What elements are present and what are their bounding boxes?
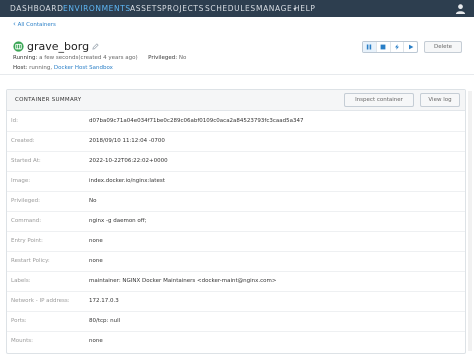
restart-icon <box>394 44 399 50</box>
page-scrollbar[interactable] <box>468 91 472 351</box>
summary-row-mounts: Mounts: none <box>7 332 465 352</box>
play-button[interactable] <box>404 42 417 52</box>
row-key: Id: <box>11 118 18 124</box>
container-icon <box>13 40 24 52</box>
stop-button[interactable] <box>377 42 391 52</box>
row-key: Mounts: <box>11 338 33 344</box>
row-key: Network - IP address: <box>11 298 70 304</box>
host-link[interactable]: Docker Host Sandbox <box>54 65 113 71</box>
host-label: Host: <box>13 65 28 71</box>
delete-button[interactable]: Delete <box>424 41 462 53</box>
breadcrumb-all-containers[interactable]: All Containers <box>18 22 56 28</box>
row-value: index.docker.io/nginx:latest <box>89 178 165 184</box>
row-value: 2022-10-22T06:22:02+0000 <box>89 158 168 164</box>
privileged-value: No <box>178 55 187 61</box>
header-divider <box>0 74 474 75</box>
nav-help[interactable]: HELP <box>294 4 315 13</box>
summary-row-privileged: Privileged: No <box>7 192 465 212</box>
container-title-row: grave_borg <box>13 39 99 53</box>
nav-environments[interactable]: ENVIRONMENTS <box>63 4 131 13</box>
summary-row-image: Image: index.docker.io/nginx:latest <box>7 172 465 192</box>
container-status-line: Running: a few seconds(created 4 years a… <box>13 55 186 61</box>
row-value: none <box>89 258 103 264</box>
nav-schedules[interactable]: SCHEDULES <box>205 4 256 13</box>
row-value: 172.17.0.3 <box>89 298 119 304</box>
row-value: No <box>89 198 97 204</box>
row-key: Labels: <box>11 278 31 284</box>
row-value: nginx -g daemon off; <box>89 218 147 224</box>
row-key: Command: <box>11 218 42 224</box>
privileged-label: Privileged: <box>148 55 178 61</box>
summary-row-entry-point: Entry Point: none <box>7 232 465 252</box>
summary-row-started-at: Started At: 2022-10-22T06:22:02+0000 <box>7 152 465 172</box>
nav-assets[interactable]: ASSETS <box>130 4 162 13</box>
running-label: Running: <box>13 55 38 61</box>
row-key: Restart Policy: <box>11 258 50 264</box>
row-value: none <box>89 338 103 344</box>
restart-button[interactable] <box>391 42 405 52</box>
nav-projects[interactable]: PROJECTS <box>162 4 204 13</box>
nav-manage[interactable]: MANAGE▾ <box>256 4 297 13</box>
summary-row-command: Command: nginx -g daemon off; <box>7 212 465 232</box>
row-value: none <box>89 238 103 244</box>
summary-row-created: Created: 2018/09/10 11:12:04 -0700 <box>7 132 465 152</box>
row-value: 80/tcp: null <box>89 318 121 324</box>
page-title: grave_borg <box>27 39 90 53</box>
row-key: Entry Point: <box>11 238 43 244</box>
row-key: Image: <box>11 178 31 184</box>
row-key: Ports: <box>11 318 27 324</box>
breadcrumb[interactable]: ‹ All Containers <box>13 20 56 28</box>
row-value: 2018/09/10 11:12:04 -0700 <box>89 138 165 144</box>
summary-row-restart-policy: Restart Policy: none <box>7 252 465 272</box>
pause-button[interactable] <box>363 42 377 52</box>
summary-row-labels: Labels: maintainer: NGINX Docker Maintai… <box>7 272 465 292</box>
running-value: a few seconds <box>39 55 79 61</box>
view-log-button[interactable]: View log <box>420 93 460 107</box>
pause-icon <box>367 44 372 50</box>
host-status: running, <box>29 65 53 71</box>
top-nav: DASHBOARD ENVIRONMENTS ASSETS PROJECTS S… <box>0 0 474 17</box>
row-value: maintainer: NGINX Docker Maintainers <do… <box>89 278 277 284</box>
container-summary-panel: CONTAINER SUMMARY Inspect container View… <box>6 89 466 354</box>
play-icon <box>408 44 414 50</box>
panel-title: CONTAINER SUMMARY <box>15 97 82 103</box>
stop-icon <box>380 44 386 50</box>
pencil-icon[interactable] <box>92 42 99 50</box>
summary-row-id: Id: d07ba09c71a04e034f71be0c289c06abf010… <box>7 112 465 132</box>
user-icon[interactable] <box>455 3 466 14</box>
row-key: Privileged: <box>11 198 40 204</box>
panel-header: CONTAINER SUMMARY Inspect container View… <box>7 90 465 111</box>
container-host-line: Host: running, Docker Host Sandbox <box>13 65 113 71</box>
nav-manage-label: MANAGE <box>256 4 293 13</box>
summary-row-ports: Ports: 80/tcp: null <box>7 312 465 332</box>
chevron-left-icon: ‹ <box>13 20 16 28</box>
created-value: (created 4 years ago) <box>78 55 138 61</box>
inspect-container-button[interactable]: Inspect container <box>344 93 414 107</box>
row-key: Started At: <box>11 158 41 164</box>
container-controls <box>362 41 418 53</box>
summary-row-network-ip: Network - IP address: 172.17.0.3 <box>7 292 465 312</box>
row-value: d07ba09c71a04e034f71be0c289c06abf0109c0a… <box>89 118 304 124</box>
nav-dashboard[interactable]: DASHBOARD <box>10 4 63 13</box>
row-key: Created: <box>11 138 35 144</box>
